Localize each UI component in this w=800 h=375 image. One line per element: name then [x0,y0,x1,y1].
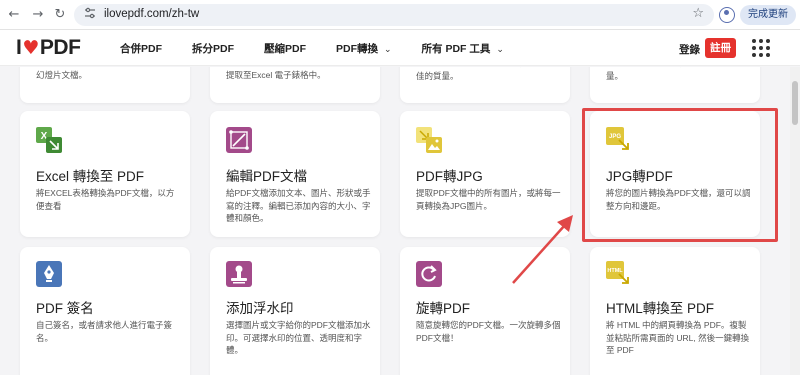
nav-convert-label: PDF轉換 [336,42,378,55]
back-icon[interactable]: ← [6,7,22,23]
bookmark-star-icon[interactable]: ☆ [692,6,704,21]
rotate-pdf-icon [416,261,442,287]
apps-grid-icon[interactable] [752,39,770,57]
card-description: PPTX文檔完全一樣，並保持最佳的質量。 [606,67,747,81]
nav-merge-pdf[interactable]: 合併PDF [120,41,162,56]
card-description: 提取至Excel 電子錶格中。 [226,70,326,80]
reload-icon[interactable]: ↻ [52,7,68,23]
tool-card-excel-to-pdf[interactable]: X Excel 轉換至 PDF 將EXCEL表格轉換為PDF文檔，以方便查看 [20,111,190,237]
card-description: 幻燈片文檔。 [36,70,88,80]
tool-card-watermark[interactable]: 添加浮水印 選擇圖片或文字給你的PDF文檔添加水印。可選擇水印的位置、透明度和字… [210,247,380,375]
card-description: DOC或DOCX文檔完全一樣，並保持最佳的質量。 [416,67,561,81]
tool-card-edit-pdf[interactable]: 編輯PDF文檔 給PDF文檔添加文本、圖片、形狀或手寫的注釋。編輯已添加內容的大… [210,111,380,237]
tool-card-html-to-pdf[interactable]: HTML HTML轉換至 PDF 將 HTML 中的網頁轉換為 PDF。複製並粘… [590,247,760,375]
logo-letter: I [16,36,22,59]
nav-compress-pdf[interactable]: 壓縮PDF [264,41,306,56]
card-description: 將 HTML 中的網頁轉換為 PDF。複製並粘貼所需頁面的 URL, 然後一鍵轉… [606,320,750,355]
login-link[interactable]: 登錄 [679,42,700,57]
pdf-to-jpg-icon [416,127,442,153]
heart-icon: ♥ [22,37,39,59]
tool-card[interactable]: 幻燈片文檔。 [20,67,190,103]
site-settings-icon[interactable] [82,7,98,23]
card-description: 給PDF文檔添加文本、圖片、形狀或手寫的注釋。編輯已添加內容的大小、字體和顏色。 [226,188,371,223]
svg-text:JPG: JPG [609,134,621,140]
tool-card[interactable]: PPTX文檔完全一樣，並保持最佳的質量。 [590,67,760,103]
tool-card[interactable]: DOC或DOCX文檔完全一樣，並保持最佳的質量。 [400,67,570,103]
card-title: 添加浮水印 [226,301,294,316]
html-to-pdf-icon: HTML [606,261,629,284]
browser-toolbar: ← → ↻ ilovepdf.com/zh-tw ☆ 完成更新 [0,0,800,30]
ilovepdf-logo[interactable]: I ♥ PDF [16,36,81,59]
card-title: PDF 簽名 [36,301,94,316]
signup-button[interactable]: 註冊 [705,38,736,58]
chevron-down-icon: ⌄ [384,43,392,54]
card-description: 自己簽名，或者請求他人進行電子簽名。 [36,320,173,343]
card-description: 隨意旋轉您的PDF文檔。一次旋轉多個PDF文檔！ [416,320,561,343]
profile-icon[interactable] [719,7,735,23]
card-description: 提取PDF文檔中的所有圖片，或將每一頁轉換為JPG圖片。 [416,188,561,211]
card-description: 選擇圖片或文字給你的PDF文檔添加水印。可選擇水印的位置、透明度和字體。 [226,320,371,355]
nav-all-tools[interactable]: 所有 PDF 工具 ⌄ [422,41,504,56]
nav-all-tools-label: 所有 PDF 工具 [421,42,491,55]
card-title: PDF轉JPG [416,169,483,184]
card-description: 將您的圖片轉換為PDF文檔，還可以調整方向和邊距。 [606,188,751,211]
address-bar[interactable]: ilovepdf.com/zh-tw ☆ [74,4,714,26]
tool-card-rotate-pdf[interactable]: 旋轉PDF 隨意旋轉您的PDF文檔。一次旋轉多個PDF文檔！ [400,247,570,375]
url-text[interactable]: ilovepdf.com/zh-tw [104,8,199,20]
tool-card-sign-pdf[interactable]: PDF 簽名 自己簽名，或者請求他人進行電子簽名。 [20,247,190,375]
card-title: 旋轉PDF [416,301,470,316]
card-title: Excel 轉換至 PDF [36,169,145,184]
logo-word: PDF [39,36,81,59]
card-description: 將EXCEL表格轉換為PDF文檔，以方便查看 [36,188,175,211]
excel-to-pdf-icon: X [36,127,62,153]
card-title: JPG轉PDF [606,169,673,184]
jpg-to-pdf-icon: JPG [606,127,629,150]
nav-split-pdf[interactable]: 拆分PDF [192,41,234,56]
site-header: I ♥ PDF 合併PDF 拆分PDF 壓縮PDF PDF轉換 ⌄ 所有 PDF … [0,30,800,66]
tools-grid: 幻燈片文檔。 提取至Excel 電子錶格中。 DOC或DOCX文檔完全一樣，並保… [0,67,790,375]
sign-pdf-icon [36,261,62,287]
card-title: HTML轉換至 PDF [606,301,714,316]
chevron-down-icon: ⌄ [496,43,504,54]
tool-card-jpg-to-pdf[interactable]: JPG JPG轉PDF 將您的圖片轉換為PDF文檔，還可以調整方向和邊距。 [590,111,760,237]
scrollbar-thumb[interactable] [792,81,798,125]
tool-card[interactable]: 提取至Excel 電子錶格中。 [210,67,380,103]
watermark-icon [226,261,252,287]
forward-icon[interactable]: → [30,7,46,23]
top-navigation: 合併PDF 拆分PDF 壓縮PDF PDF轉換 ⌄ 所有 PDF 工具 ⌄ [120,30,534,66]
page-scrollbar[interactable] [790,67,800,375]
tool-card-pdf-to-jpg[interactable]: PDF轉JPG 提取PDF文檔中的所有圖片，或將每一頁轉換為JPG圖片。 [400,111,570,237]
edit-pdf-icon [226,127,252,153]
card-title: 編輯PDF文檔 [226,169,307,184]
svg-text:HTML: HTML [607,268,623,274]
nav-convert-pdf[interactable]: PDF轉換 ⌄ [336,41,392,56]
update-button[interactable]: 完成更新 [740,5,796,25]
